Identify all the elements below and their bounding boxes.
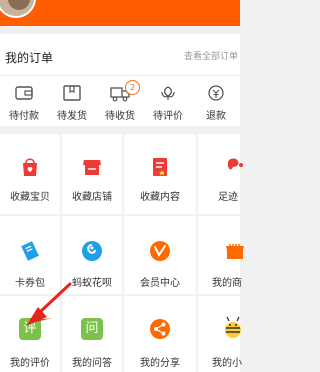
bee-icon xyxy=(225,316,241,338)
member-icon xyxy=(150,241,170,261)
my-qa[interactable]: 问 我的问答 xyxy=(62,296,122,372)
my-shares[interactable]: 我的分享 xyxy=(124,296,196,372)
orders-title: 我的订单 xyxy=(5,51,54,65)
wallet-icon xyxy=(15,86,33,100)
cell-label: 我的商 xyxy=(212,278,242,289)
refund-icon xyxy=(208,85,224,101)
cell-label: 会员中心 xyxy=(140,278,180,289)
flower-icon xyxy=(161,86,175,100)
store-icon xyxy=(83,160,101,175)
bookmark-icon xyxy=(153,158,167,176)
cell-label: 我的问答 xyxy=(72,358,112,369)
divider xyxy=(0,75,240,76)
order-label: 待评价 xyxy=(153,111,183,122)
order-pending-review[interactable]: 待评价 xyxy=(144,78,192,124)
heart-bag-icon xyxy=(23,158,37,176)
review-icon: 评 xyxy=(19,318,41,340)
cell-label: 收藏店铺 xyxy=(72,192,112,203)
member-center[interactable]: 会员中心 xyxy=(124,216,196,294)
view-all-orders-link[interactable]: 查看全部订单 xyxy=(184,49,238,62)
cell-label: 收藏内容 xyxy=(140,192,180,203)
shop-icon xyxy=(226,244,244,259)
favorite-items[interactable]: 收藏宝贝 xyxy=(0,134,60,214)
ticket-icon xyxy=(21,241,39,261)
footprint-icon xyxy=(227,158,243,170)
browse-history[interactable]: 足迹 xyxy=(198,134,243,214)
cell-label: 足迹 xyxy=(218,192,238,203)
qa-icon: 问 xyxy=(81,318,103,340)
my-mini[interactable]: 我的小 xyxy=(198,296,242,372)
order-pending-receipt[interactable]: 2 待收货 xyxy=(96,78,144,124)
coupons[interactable]: 卡券包 xyxy=(0,216,60,294)
favorite-stores[interactable]: 收藏店铺 xyxy=(62,134,122,214)
cell-label: 我的小 xyxy=(212,358,242,369)
share-icon xyxy=(150,319,170,339)
ant-huabei[interactable]: 蚂蚁花呗 xyxy=(62,216,122,294)
avatar-image xyxy=(8,0,30,10)
order-label: 待付款 xyxy=(9,111,39,122)
my-reviews[interactable]: 评 我的评价 xyxy=(0,296,60,372)
avatar[interactable] xyxy=(0,0,36,18)
order-refund[interactable]: 退款 xyxy=(192,78,240,124)
cell-label: 我的评价 xyxy=(10,358,50,369)
services-grid: 收藏宝贝 收藏店铺 收藏内容 足迹 卡券包 蚂蚁花呗 会员中心 我的商 评 我的… xyxy=(0,134,244,372)
huabei-icon xyxy=(82,241,102,261)
receipt-count-badge: 2 xyxy=(125,80,140,95)
cell-label: 蚂蚁花呗 xyxy=(72,278,112,289)
order-label: 待发货 xyxy=(57,111,87,122)
order-pending-payment[interactable]: 待付款 xyxy=(0,78,48,124)
order-label: 待收货 xyxy=(105,111,135,122)
header-bar xyxy=(0,0,240,26)
favorite-content[interactable]: 收藏内容 xyxy=(124,134,196,214)
cell-label: 卡券包 xyxy=(15,278,45,289)
package-icon xyxy=(63,85,81,101)
cell-label: 收藏宝贝 xyxy=(10,192,50,203)
my-shop[interactable]: 我的商 xyxy=(198,216,244,294)
orders-card: 我的订单 查看全部订单 待付款 待发货 2 待收货 待评价 退款 xyxy=(0,34,240,126)
order-pending-shipment[interactable]: 待发货 xyxy=(48,78,96,124)
cell-label: 我的分享 xyxy=(140,358,180,369)
order-label: 退款 xyxy=(206,111,226,122)
